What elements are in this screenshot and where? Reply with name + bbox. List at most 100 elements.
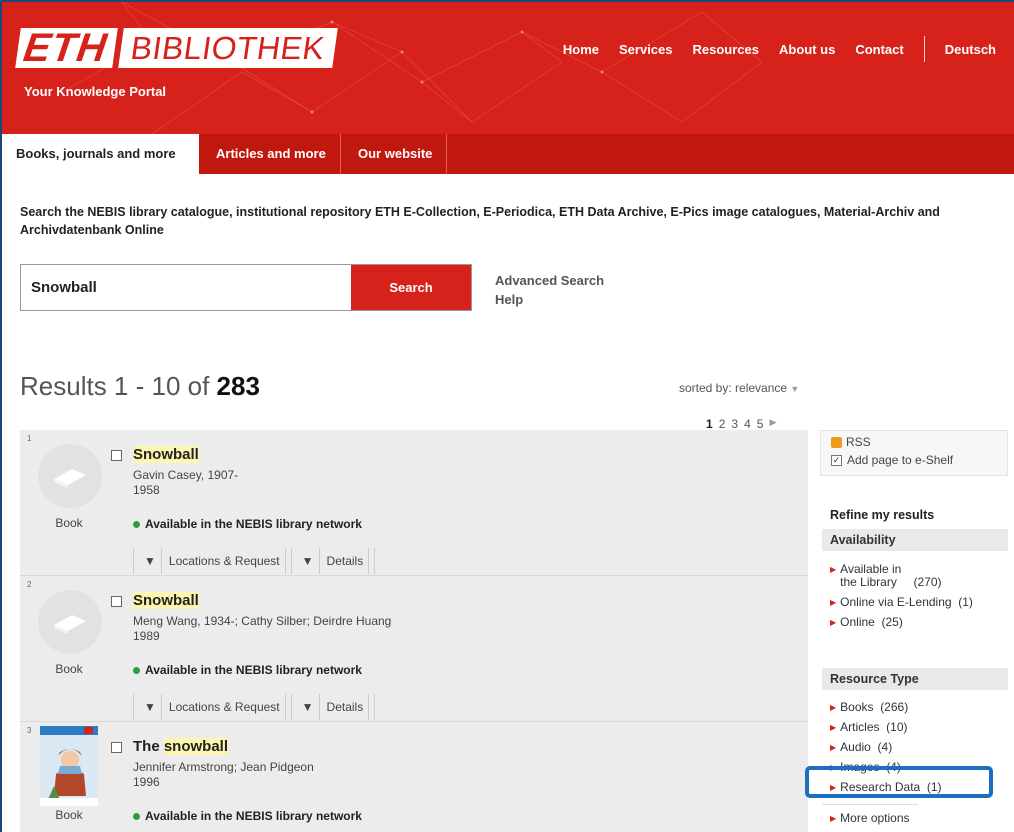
facet-online[interactable]: ▶ Online (25) — [830, 616, 1008, 629]
facet-label: Articles — [840, 720, 880, 734]
nav-contact[interactable]: Contact — [855, 42, 903, 57]
search-tabs: Books, journals and more Articles and mo… — [2, 134, 1014, 174]
details-label: Details — [322, 548, 370, 574]
top-navigation: Home Services Resources About us Contact… — [543, 36, 996, 62]
result-title[interactable]: Snowball — [133, 592, 199, 609]
year-line: 1989 — [133, 629, 160, 643]
available-dot-icon — [133, 520, 140, 528]
facet-label: Online — [840, 615, 875, 629]
results-count-prefix: Results 1 - 10 of — [20, 371, 210, 401]
tab-books-journals[interactable]: Books, journals and more — [2, 134, 199, 174]
help-link[interactable]: Help — [495, 290, 604, 309]
triangle-down-icon: ▼ — [297, 694, 320, 720]
book-cover-image[interactable] — [40, 726, 98, 806]
facet-articles[interactable]: ▶ Articles (10) — [830, 721, 1008, 734]
facet-count: (4) — [877, 740, 893, 754]
author-line: Jennifer Armstrong; Jean Pidgeon — [133, 760, 314, 774]
nav-services[interactable]: Services — [619, 42, 673, 57]
select-checkbox[interactable] — [111, 596, 122, 607]
author-line: Gavin Casey, 1907- — [133, 468, 239, 482]
page-2[interactable]: 2 — [719, 417, 726, 431]
facet-count: (266) — [880, 700, 909, 714]
page-3[interactable]: 3 — [731, 417, 738, 431]
more-options-link[interactable]: ▶ More options — [830, 811, 910, 825]
select-checkbox[interactable] — [111, 450, 122, 461]
result-title[interactable]: The snowball — [133, 738, 229, 755]
page-1[interactable]: 1 — [706, 417, 713, 431]
triangle-right-icon: ▶ — [830, 743, 837, 752]
facet-count: (25) — [881, 615, 903, 629]
available-dot-icon — [133, 812, 140, 820]
pagination: 1 2 3 4 5 ▶ — [706, 417, 776, 431]
result-authors: Jennifer Armstrong; Jean Pidgeon 1996 — [133, 760, 314, 790]
result-number: 1 — [27, 434, 32, 443]
title-highlight: Snowball — [133, 592, 199, 609]
book-placeholder-icon — [38, 590, 102, 654]
locations-label: Locations & Request — [164, 548, 286, 574]
tab-our-website[interactable]: Our website — [344, 134, 448, 174]
eth-logo[interactable]: ETH BIBLIOTHEK — [15, 26, 338, 70]
result-item: 2 Book Snowball Meng Wang, 1934-; Cathy … — [20, 576, 808, 722]
triangle-down-icon: ▼ — [139, 694, 162, 720]
result-number: 3 — [27, 726, 32, 735]
search-button[interactable]: Search — [351, 265, 471, 310]
logo-eth-text: ETH — [15, 26, 118, 70]
more-options-label: More options — [840, 811, 910, 825]
result-title[interactable]: Snowball — [133, 446, 199, 463]
year-line: 1996 — [133, 775, 160, 789]
availability-text: Available in the NEBIS library network — [145, 663, 362, 677]
result-authors: Gavin Casey, 1907- 1958 — [133, 468, 238, 498]
facet-count: (270) — [913, 575, 942, 589]
refine-heading: Refine my results — [830, 508, 935, 522]
triangle-right-icon: ▶ — [830, 598, 837, 607]
annotation-highlight-box — [805, 766, 993, 798]
availability-status: Available in the NEBIS library network — [133, 809, 362, 823]
facet-count: (1) — [958, 595, 973, 609]
next-page-icon[interactable]: ▶ — [769, 417, 776, 431]
facet-books[interactable]: ▶ Books (266) — [830, 701, 1008, 714]
rss-icon — [831, 436, 842, 448]
available-dot-icon — [133, 666, 140, 674]
result-actions: ▼ Locations & Request ▼ Details — [133, 694, 376, 720]
language-switch[interactable]: Deutsch — [945, 42, 996, 57]
author-line: Meng Wang, 1934-; Cathy Silber; Deirdre … — [133, 614, 392, 628]
search-links: Advanced Search Help — [495, 271, 604, 309]
facet-audio[interactable]: ▶ Audio (4) — [830, 741, 1008, 754]
facet-availability-heading: Availability — [822, 529, 1008, 551]
title-text: The — [133, 738, 164, 755]
facet-label: Available in the Library — [840, 562, 902, 589]
facet-online-elending[interactable]: ▶ Online via E-Lending (1) — [830, 596, 1008, 609]
triangle-right-icon: ▶ — [830, 703, 837, 712]
chevron-down-icon: ▼ — [790, 384, 800, 394]
search-input[interactable] — [21, 265, 351, 310]
results-list: 1 Book Snowball Gavin Casey, 1907- 1958 … — [20, 430, 808, 832]
result-actions: ▼ Locations & Request ▼ Details — [133, 548, 376, 574]
add-to-eshelf[interactable]: ✓ Add page to e-Shelf — [831, 453, 953, 467]
result-tools: RSS ✓ Add page to e-Shelf — [820, 430, 1008, 476]
availability-status: Available in the NEBIS library network — [133, 663, 362, 677]
locations-request-tab[interactable]: ▼ Locations & Request — [134, 548, 292, 574]
rss-link[interactable]: RSS — [831, 435, 871, 449]
locations-request-tab[interactable]: ▼ Locations & Request — [134, 694, 292, 720]
page-4[interactable]: 4 — [744, 417, 751, 431]
locations-label: Locations & Request — [164, 694, 286, 720]
triangle-down-icon: ▼ — [139, 548, 162, 574]
select-checkbox[interactable] — [111, 742, 122, 753]
sort-selector[interactable]: sorted by: relevance ▼ — [679, 381, 799, 395]
nav-about-us[interactable]: About us — [779, 42, 835, 57]
facet-availability-list: ▶ Available in the Library (270) ▶ Online … — [830, 563, 1008, 636]
page-5[interactable]: 5 — [757, 417, 764, 431]
result-item: 3 Book The snowball Jennifer Armstrong; … — [20, 722, 808, 832]
nav-resources[interactable]: Resources — [693, 42, 759, 57]
result-item: 1 Book Snowball Gavin Casey, 1907- 1958 … — [20, 430, 808, 576]
details-tab[interactable]: ▼ Details — [292, 548, 376, 574]
facet-available-library[interactable]: ▶ Available in the Library (270) — [830, 563, 1008, 589]
advanced-search-link[interactable]: Advanced Search — [495, 271, 604, 290]
sort-label: sorted by: relevance — [679, 381, 788, 395]
tab-articles[interactable]: Articles and more — [202, 134, 341, 174]
facet-count: (10) — [886, 720, 908, 734]
triangle-right-icon: ▶ — [830, 565, 837, 574]
logo-bibliothek-text: BIBLIOTHEK — [118, 28, 338, 68]
nav-home[interactable]: Home — [563, 42, 599, 57]
details-tab[interactable]: ▼ Details — [292, 694, 376, 720]
